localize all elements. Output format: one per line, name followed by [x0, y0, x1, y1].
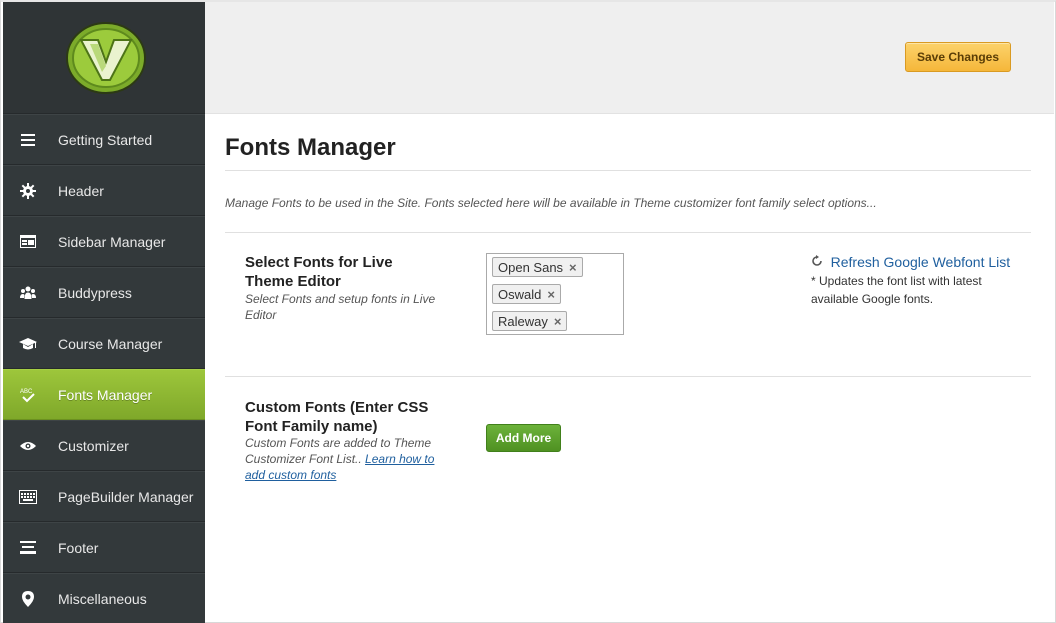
main-content: Fonts Manager Manage Fonts to be used in… — [225, 114, 1031, 517]
page-title: Fonts Manager — [225, 134, 396, 161]
custom-fonts-title: Custom Fonts (Enter CSS Font Family name… — [245, 399, 429, 435]
font-select-box[interactable]: Open Sans × Oswald × Raleway × — [486, 253, 624, 335]
location-pin-icon — [18, 589, 38, 609]
graduation-cap-icon — [18, 334, 38, 354]
sidebar-item-label: Course Manager — [58, 335, 163, 352]
sidebar-item-fonts-manager[interactable]: ABC Fonts Manager — [3, 369, 205, 420]
remove-icon[interactable]: × — [569, 260, 577, 275]
sidebar-item-miscellaneous[interactable]: Miscellaneous — [3, 573, 205, 623]
refresh-fonts-area: Refresh Google Webfont List * Updates th… — [811, 253, 1011, 308]
logo-area — [3, 2, 205, 114]
refresh-icon[interactable] — [811, 255, 827, 270]
logo — [66, 22, 146, 94]
font-tag: Raleway × — [492, 311, 568, 331]
font-tag: Open Sans × — [492, 257, 583, 277]
sidebar-item-buddypress[interactable]: Buddypress — [3, 267, 205, 318]
select-fonts-title: Select Fonts for Live Theme Editor — [245, 254, 393, 290]
sidebar-menu: Getting Started Header Sidebar Manager B… — [3, 114, 205, 623]
refresh-note: * Updates the font list with latest avai… — [811, 274, 982, 306]
select-fonts-row: Select Fonts for Live Theme Editor Selec… — [225, 232, 1031, 376]
footer-icon — [18, 538, 38, 558]
sidebar-item-customizer[interactable]: Customizer — [3, 420, 205, 471]
sidebar-icon — [18, 232, 38, 252]
spellcheck-icon: ABC — [18, 385, 38, 405]
add-more-button[interactable]: Add More — [486, 424, 561, 452]
page-description: Manage Fonts to be used in the Site. Fon… — [225, 196, 877, 210]
svg-text:ABC: ABC — [20, 389, 33, 395]
sidebar-item-label: Footer — [58, 539, 99, 556]
font-tag-label: Raleway — [498, 313, 548, 329]
gear-icon — [18, 181, 38, 201]
select-fonts-subtitle: Select Fonts and setup fonts in Live Edi… — [245, 292, 436, 322]
remove-icon[interactable]: × — [547, 287, 555, 302]
sidebar: Getting Started Header Sidebar Manager B… — [3, 2, 205, 623]
sidebar-item-footer[interactable]: Footer — [3, 522, 205, 573]
eye-icon — [18, 436, 38, 456]
top-bar: Save Changes — [205, 2, 1054, 114]
custom-fonts-subtitle-wrap: Custom Fonts are added to Theme Customiz… — [245, 435, 455, 483]
font-tag-label: Oswald — [498, 286, 542, 302]
sidebar-item-label: PageBuilder Manager — [58, 488, 194, 505]
sidebar-item-pagebuilder-manager[interactable]: PageBuilder Manager — [3, 471, 205, 522]
sidebar-item-label: Customizer — [58, 437, 129, 454]
refresh-google-fonts-link[interactable]: Refresh Google Webfont List — [831, 254, 1011, 270]
sidebar-item-label: Getting Started — [58, 131, 153, 148]
sidebar-item-label: Sidebar Manager — [58, 233, 166, 250]
save-changes-button[interactable]: Save Changes — [905, 42, 1011, 72]
keyboard-icon — [18, 487, 38, 507]
menu-icon — [18, 130, 38, 150]
sidebar-item-label: Header — [58, 182, 104, 199]
sidebar-item-course-manager[interactable]: Course Manager — [3, 318, 205, 369]
sidebar-item-sidebar-manager[interactable]: Sidebar Manager — [3, 216, 205, 267]
custom-fonts-row: Custom Fonts (Enter CSS Font Family name… — [225, 376, 1031, 517]
font-tag-label: Open Sans — [498, 259, 564, 275]
sidebar-item-header[interactable]: Header — [3, 165, 205, 216]
remove-icon[interactable]: × — [554, 314, 562, 329]
font-tag: Oswald × — [492, 284, 561, 304]
people-icon — [18, 283, 38, 303]
sidebar-item-label: Fonts Manager — [58, 386, 153, 403]
sidebar-item-getting-started[interactable]: Getting Started — [3, 114, 205, 165]
sidebar-item-label: Buddypress — [58, 284, 132, 301]
sidebar-item-label: Miscellaneous — [58, 590, 147, 607]
